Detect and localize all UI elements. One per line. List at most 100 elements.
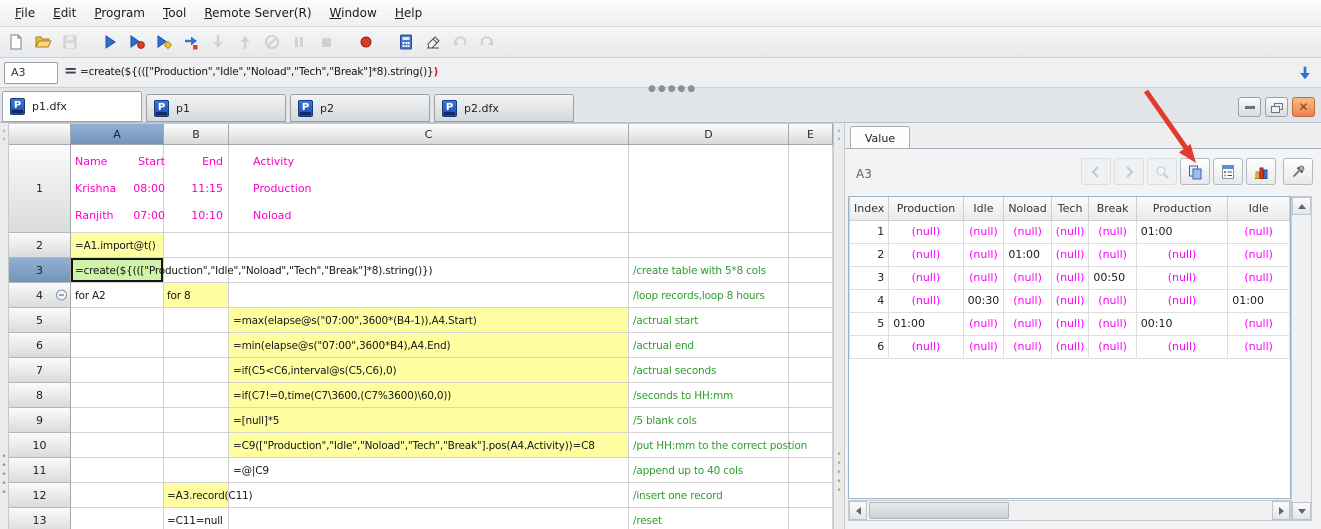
- cell-C2[interactable]: [229, 233, 629, 258]
- cell-E2[interactable]: [789, 233, 833, 258]
- value-cell[interactable]: (null): [1051, 335, 1089, 358]
- expand-formula-icon[interactable]: [1294, 62, 1316, 84]
- value-col-header[interactable]: Idle: [963, 197, 1004, 220]
- menu-remote-server[interactable]: Remote Server(R): [195, 3, 320, 23]
- cell-A13[interactable]: [71, 508, 164, 529]
- tab-p2dfx[interactable]: p2.dfx: [434, 94, 574, 122]
- value-cell[interactable]: (null): [1051, 289, 1089, 312]
- value-cell[interactable]: 5: [850, 312, 889, 335]
- tab-p1dfx[interactable]: p1.dfx: [2, 91, 142, 122]
- left-splitter[interactable]: ‹› •••••: [0, 123, 9, 529]
- collapse-arrows-icon[interactable]: ‹›: [0, 127, 8, 143]
- cell-E7[interactable]: [789, 358, 833, 383]
- menu-edit[interactable]: Edit: [44, 3, 85, 23]
- menu-help[interactable]: Help: [386, 3, 431, 23]
- value-cell[interactable]: (null): [1089, 312, 1136, 335]
- col-header-A[interactable]: A: [71, 123, 164, 145]
- cell-B11[interactable]: [164, 458, 229, 483]
- cell-E9[interactable]: [789, 408, 833, 433]
- value-cell[interactable]: (null): [889, 220, 963, 243]
- row-header-8[interactable]: 8: [9, 383, 71, 408]
- cell-A8[interactable]: [71, 383, 164, 408]
- value-cell[interactable]: (null): [1004, 335, 1051, 358]
- value-cell[interactable]: (null): [1051, 266, 1089, 289]
- hscroll-thumb[interactable]: [869, 502, 1009, 519]
- row-header-2[interactable]: 2: [9, 233, 71, 258]
- cell-A6[interactable]: [71, 333, 164, 358]
- value-cell[interactable]: (null): [1228, 312, 1290, 335]
- value-cell[interactable]: (null): [963, 266, 1004, 289]
- value-cell[interactable]: 3: [850, 266, 889, 289]
- cell-B8[interactable]: [164, 383, 229, 408]
- value-cell[interactable]: (null): [1228, 243, 1290, 266]
- value-cell[interactable]: (null): [1051, 312, 1089, 335]
- value-cell[interactable]: 01:00: [1136, 220, 1228, 243]
- new-file-icon[interactable]: [6, 32, 26, 52]
- menu-window[interactable]: Window: [321, 3, 386, 23]
- clear-icon[interactable]: [423, 32, 443, 52]
- collapse-arrows-icon[interactable]: ‹›: [834, 127, 844, 143]
- cell-E8[interactable]: [789, 383, 833, 408]
- step-next-icon[interactable]: [181, 32, 201, 52]
- splitter-dots-icon[interactable]: ●●●●●: [648, 84, 697, 94]
- run-current-cell-icon[interactable]: [154, 32, 174, 52]
- cell-C9[interactable]: [229, 408, 629, 433]
- cell-A5[interactable]: [71, 308, 164, 333]
- value-cell[interactable]: (null): [963, 312, 1004, 335]
- scroll-right-icon[interactable]: [1272, 501, 1290, 520]
- value-cell[interactable]: 01:00: [1228, 289, 1290, 312]
- value-cell[interactable]: (null): [1136, 335, 1228, 358]
- value-cell[interactable]: (null): [963, 220, 1004, 243]
- col-header-B[interactable]: B: [164, 123, 229, 145]
- cell-C12[interactable]: [229, 483, 629, 508]
- value-cell[interactable]: 01:00: [889, 312, 963, 335]
- scroll-up-icon[interactable]: [1292, 197, 1311, 215]
- breakpoint-icon[interactable]: [356, 32, 376, 52]
- menu-file[interactable]: File: [6, 3, 44, 23]
- cell-C13[interactable]: [229, 508, 629, 529]
- cell-B7[interactable]: [164, 358, 229, 383]
- restore-button[interactable]: [1265, 97, 1288, 117]
- pin-button[interactable]: [1283, 158, 1313, 185]
- run-to-cursor-icon[interactable]: [127, 32, 147, 52]
- value-cell[interactable]: (null): [1136, 289, 1228, 312]
- splitter-handle-icon[interactable]: •••••: [834, 451, 844, 496]
- value-cell[interactable]: (null): [1004, 312, 1051, 335]
- row-header-1[interactable]: 1: [9, 145, 71, 233]
- value-cell[interactable]: 00:30: [963, 289, 1004, 312]
- scroll-left-icon[interactable]: [849, 501, 867, 520]
- cell-A10[interactable]: [71, 433, 164, 458]
- cell-E5[interactable]: [789, 308, 833, 333]
- copy-data-button[interactable]: [1180, 158, 1210, 185]
- value-cell[interactable]: (null): [1051, 243, 1089, 266]
- formula-input[interactable]: =create(${((["Production","Idle","Noload…: [80, 66, 438, 78]
- tab-p2[interactable]: p2: [290, 94, 430, 122]
- value-cell[interactable]: 1: [850, 220, 889, 243]
- value-cell[interactable]: (null): [889, 266, 963, 289]
- value-cell[interactable]: 00:50: [1089, 266, 1136, 289]
- cell-E11[interactable]: [789, 458, 833, 483]
- cell-B10[interactable]: [164, 433, 229, 458]
- value-cell[interactable]: (null): [1051, 220, 1089, 243]
- middle-splitter[interactable]: ‹› •••••: [833, 123, 845, 529]
- value-cell[interactable]: (null): [889, 289, 963, 312]
- cell-E1[interactable]: [789, 145, 833, 233]
- cell-A11[interactable]: [71, 458, 164, 483]
- row-header-12[interactable]: 12: [9, 483, 71, 508]
- value-col-header[interactable]: Tech: [1051, 197, 1089, 220]
- draw-chart-button[interactable]: [1246, 158, 1276, 185]
- menu-tool[interactable]: Tool: [154, 3, 195, 23]
- value-cell[interactable]: 00:10: [1136, 312, 1228, 335]
- cell-A9[interactable]: [71, 408, 164, 433]
- row-header-3[interactable]: 3: [9, 258, 71, 283]
- value-col-header[interactable]: Index: [850, 197, 889, 220]
- calculate-icon[interactable]: [396, 32, 416, 52]
- value-col-header[interactable]: Noload: [1004, 197, 1051, 220]
- cell-A12[interactable]: [71, 483, 164, 508]
- value-cell[interactable]: 01:00: [1004, 243, 1051, 266]
- value-col-header[interactable]: Production: [1136, 197, 1228, 220]
- splitter-handle-icon[interactable]: •••••: [0, 453, 8, 498]
- value-cell[interactable]: (null): [1089, 220, 1136, 243]
- open-file-icon[interactable]: [33, 32, 53, 52]
- col-header-D[interactable]: D: [629, 123, 789, 145]
